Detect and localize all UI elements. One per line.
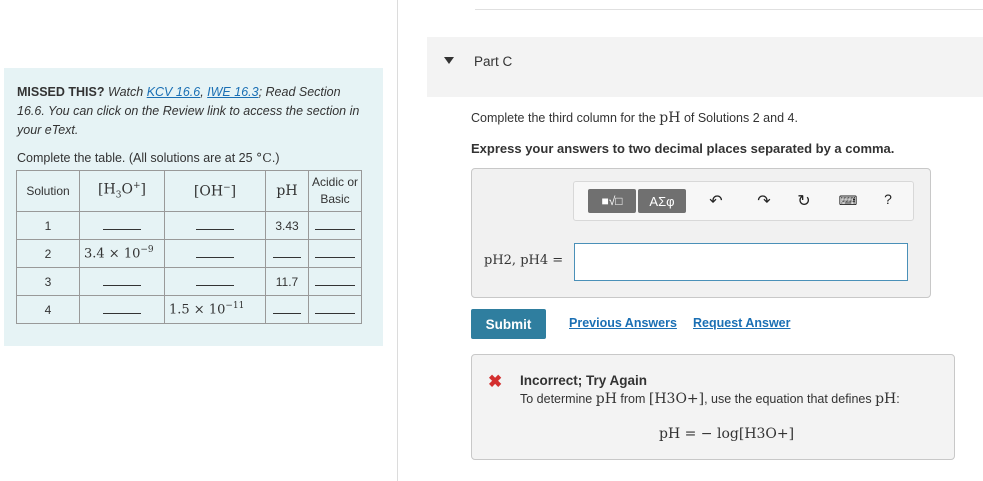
keyboard-icon[interactable]: ⌨ <box>838 193 858 209</box>
symbols-button[interactable]: ΑΣφ <box>638 189 686 213</box>
feedback-text: To determine pH from [H3O+], use the equ… <box>520 391 900 407</box>
top-separator <box>475 9 983 10</box>
solution-number: 3 <box>16 267 80 296</box>
kcv-link[interactable]: KCV 16.6 <box>147 85 201 99</box>
previous-answers-link[interactable]: Previous Answers <box>569 316 677 330</box>
table-header-row: Solution [H3O+] [OH−] pH Acidic or Basic <box>16 170 362 212</box>
acidic-basic-blank <box>308 267 362 296</box>
h3o-value: 3.4 × 10−9 <box>79 239 165 268</box>
iwe-link[interactable]: IWE 16.3 <box>207 85 258 99</box>
undo-icon[interactable]: ↶ <box>706 191 726 211</box>
acidic-basic-blank <box>308 295 362 324</box>
header-oh: [OH−] <box>164 170 266 212</box>
templates-button[interactable]: ■√□ <box>588 189 636 213</box>
missed-this-label: MISSED THIS? <box>17 85 105 99</box>
feedback-title: Incorrect; Try Again <box>520 373 648 388</box>
submit-button[interactable]: Submit <box>471 309 546 339</box>
request-answer-link[interactable]: Request Answer <box>693 316 790 330</box>
part-title: Part C <box>474 54 513 69</box>
header-acidic-basic: Acidic or Basic <box>308 170 362 212</box>
question-text: Complete the third column for the pH of … <box>471 110 798 126</box>
table-row: 4 1.5 × 10−11 <box>16 295 362 324</box>
h3o-blank <box>79 295 165 324</box>
solutions-table: Solution [H3O+] [OH−] pH Acidic or Basic… <box>16 170 362 324</box>
feedback-panel: ✖ Incorrect; Try Again To determine pH f… <box>471 354 955 460</box>
part-c-header[interactable]: Part C <box>427 37 983 97</box>
acidic-basic-blank <box>308 239 362 268</box>
h3o-blank <box>79 211 165 240</box>
answer-area: ■√□ ΑΣφ ↶ ↷ ↻ ⌨ ? pH2, pH4 = <box>471 168 931 298</box>
ph-blank <box>265 239 309 268</box>
missed-this-note: MISSED THIS? Watch KCV 16.6, IWE 16.3; R… <box>17 85 360 137</box>
oh-value: 1.5 × 10−11 <box>164 295 266 324</box>
header-h3o: [H3O+] <box>79 170 165 212</box>
table-row: 2 3.4 × 10−9 <box>16 239 362 268</box>
solution-number: 4 <box>16 295 80 324</box>
x-icon: ✖ <box>488 372 503 391</box>
ph-value: 11.7 <box>265 267 309 296</box>
answer-input[interactable] <box>574 243 908 281</box>
oh-blank <box>164 211 266 240</box>
feedback-equation: pH = − log[H3O+] <box>659 426 795 442</box>
math-toolbar: ■√□ ΑΣφ ↶ ↷ ↻ ⌨ ? <box>573 181 914 221</box>
column-divider <box>397 0 398 481</box>
answer-instruction: Express your answers to two decimal plac… <box>471 141 895 156</box>
redo-icon[interactable]: ↷ <box>754 191 774 211</box>
ph-blank <box>265 295 309 324</box>
oh-blank <box>164 239 266 268</box>
ph-value: 3.43 <box>265 211 309 240</box>
table-instruction: Complete the table. (All solutions are a… <box>17 150 280 165</box>
answer-label: pH2, pH4 = <box>484 253 564 268</box>
help-icon[interactable]: ? <box>878 191 898 207</box>
table-row: 3 11.7 <box>16 267 362 296</box>
solution-number: 2 <box>16 239 80 268</box>
triangle-down-icon[interactable] <box>444 57 454 64</box>
header-solution: Solution <box>16 170 80 212</box>
oh-blank <box>164 267 266 296</box>
h3o-blank <box>79 267 165 296</box>
acidic-basic-blank <box>308 211 362 240</box>
table-panel: MISSED THIS? Watch KCV 16.6, IWE 16.3; R… <box>4 68 383 346</box>
header-ph: pH <box>265 170 309 212</box>
watch-label: Watch <box>108 85 144 99</box>
reset-icon[interactable]: ↻ <box>794 191 814 211</box>
solution-number: 1 <box>16 211 80 240</box>
table-row: 1 3.43 <box>16 211 362 240</box>
